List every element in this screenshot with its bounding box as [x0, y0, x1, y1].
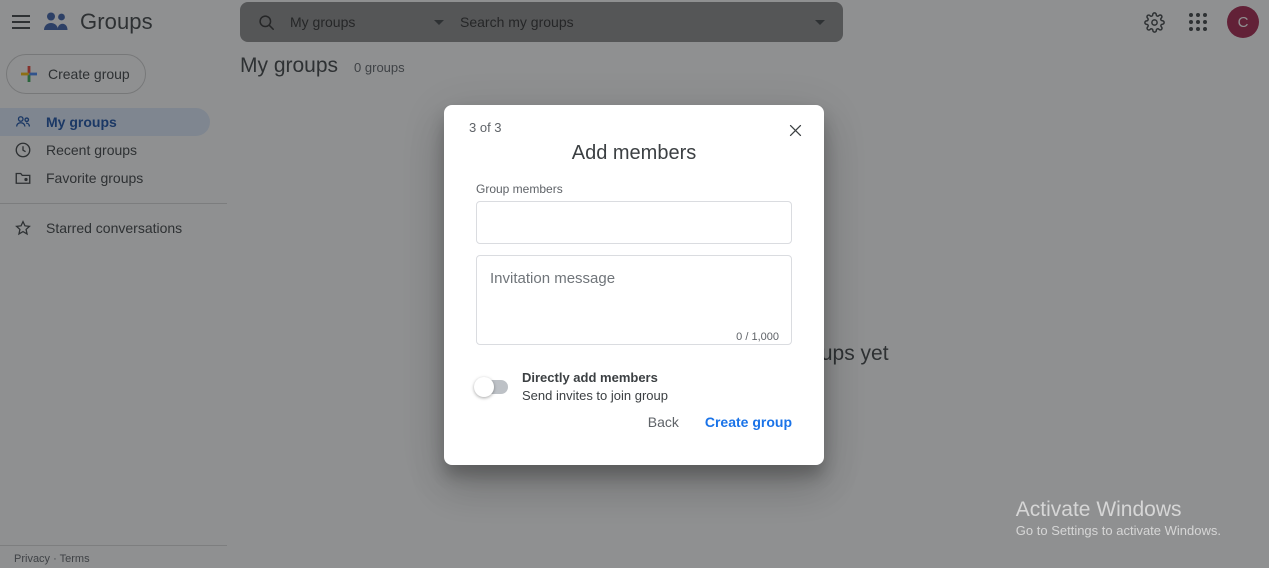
toggle-subtitle: Send invites to join group: [522, 387, 668, 403]
windows-activation-watermark: Activate Windows Go to Settings to activ…: [1016, 497, 1221, 538]
dialog-title: Add members: [571, 142, 697, 164]
group-members-input[interactable]: [476, 201, 792, 244]
directly-add-members-toggle[interactable]: [474, 376, 508, 397]
dialog-step-indicator: 3 of 3: [469, 120, 502, 135]
character-counter: 0 / 1,000: [736, 331, 779, 343]
toggle-knob: [474, 376, 494, 397]
group-members-label: Group members: [476, 182, 563, 196]
toggle-title: Directly add members: [522, 370, 658, 385]
directly-add-members-row: Directly add members Send invites to joi…: [474, 369, 792, 404]
close-icon[interactable]: [782, 117, 808, 143]
app-root: Groups My groups: [0, 0, 1269, 568]
back-button[interactable]: Back: [644, 406, 683, 438]
dialog-actions: Back Create group: [644, 406, 796, 438]
dialog-body: Group members 0 / 1,000 Directly add mem…: [444, 165, 824, 404]
create-group-submit-button[interactable]: Create group: [701, 406, 796, 438]
watermark-title: Activate Windows: [1015, 497, 1182, 521]
toggle-texts: Directly add members Send invites to joi…: [522, 369, 668, 404]
add-members-dialog: 3 of 3 Add members Group members 0 / 1,0…: [444, 105, 824, 465]
invitation-message-field: 0 / 1,000: [476, 255, 792, 350]
watermark-subtitle: Go to Settings to activate Windows.: [1015, 523, 1221, 538]
